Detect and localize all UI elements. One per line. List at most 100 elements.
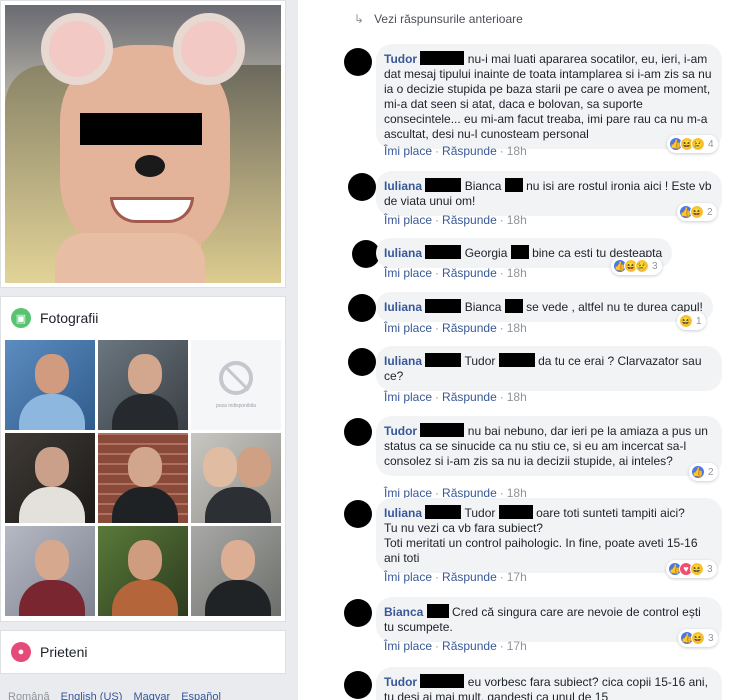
like-link[interactable]: Îmi place <box>384 266 432 280</box>
haha-reaction-icon: 😆 <box>679 314 693 328</box>
comment-bubble: Bianca Cred că singura care are nevoie d… <box>376 597 722 642</box>
redacted-name <box>420 51 465 65</box>
redacted-name <box>425 178 462 192</box>
like-link[interactable]: Îmi place <box>384 321 432 335</box>
footer-link[interactable]: Magyar <box>133 691 170 700</box>
like-link[interactable]: Îmi place <box>384 639 432 653</box>
footer-link[interactable]: Română <box>8 691 50 700</box>
reply-arrow-icon: ↳ <box>354 12 365 26</box>
filter-ear-right-icon <box>173 13 245 85</box>
avatar[interactable] <box>344 48 372 76</box>
friends-card: ● Prieteni <box>0 630 286 674</box>
photo-thumb[interactable] <box>98 340 188 430</box>
avatar[interactable] <box>348 294 376 322</box>
comment-author[interactable]: Tudor <box>384 424 417 438</box>
friends-icon: ● <box>11 642 31 662</box>
reply-link[interactable]: Răspunde <box>442 390 497 404</box>
reply-link[interactable]: Răspunde <box>442 144 497 158</box>
reply-link[interactable]: Răspunde <box>442 570 497 584</box>
comment-time[interactable]: 18h <box>507 213 527 227</box>
comment-author[interactable]: Iuliana <box>384 506 422 520</box>
avatar[interactable] <box>344 418 372 446</box>
comment-time[interactable]: 17h <box>507 570 527 584</box>
haha-reaction-icon: 😆 <box>690 562 704 576</box>
censor-bar <box>80 113 202 145</box>
reply-link[interactable]: Răspunde <box>442 213 497 227</box>
comment-mention[interactable]: Tudor <box>464 354 495 368</box>
comment-mention[interactable]: Bianca <box>465 179 502 193</box>
avatar[interactable] <box>348 348 376 376</box>
comment-text: oare toti sunteti tampiti aici? <box>536 506 685 520</box>
like-link[interactable]: Îmi place <box>384 390 432 404</box>
comment-author[interactable]: Tudor <box>384 675 417 689</box>
reaction-summary[interactable]: 👍 😆 2 <box>677 203 717 221</box>
photo-unavailable[interactable]: poza indisponibila <box>191 340 281 430</box>
comment-author[interactable]: Bianca <box>384 605 423 619</box>
reaction-summary[interactable]: 👍 ♥ 😆 3 <box>666 560 717 578</box>
profile-photo[interactable] <box>0 0 286 288</box>
unavailable-icon <box>219 361 253 395</box>
comment-time[interactable]: 18h <box>507 390 527 404</box>
photo-thumb[interactable] <box>5 433 95 523</box>
unavailable-label: poza indisponibila <box>216 403 256 409</box>
comment-mention[interactable]: Bianca <box>465 300 502 314</box>
comment-author[interactable]: Iuliana <box>384 300 422 314</box>
filter-ear-left-icon <box>41 13 113 85</box>
comment-bubble: Tudor eu vorbesc fara subiect? cica copi… <box>376 667 722 700</box>
comment-time[interactable]: 18h <box>507 321 527 335</box>
like-reaction-icon: 👍 <box>691 465 705 479</box>
photo-thumb[interactable] <box>98 526 188 616</box>
friends-header[interactable]: ● Prieteni <box>1 631 285 673</box>
view-previous-replies[interactable]: ↳ Vezi răspunsurile anterioare <box>354 12 523 26</box>
footer-link[interactable]: English (US) <box>61 691 123 700</box>
photo-thumb[interactable] <box>98 433 188 523</box>
comment-bubble: Tudor nu bai nebuno, dar ieri pe la amia… <box>376 416 722 476</box>
reaction-summary[interactable]: 👍 2 <box>689 463 718 481</box>
comment-time[interactable]: 17h <box>507 639 527 653</box>
redacted-name <box>425 353 462 367</box>
footer-link[interactable]: Español <box>181 691 221 700</box>
avatar[interactable] <box>344 671 372 699</box>
reply-link[interactable]: Răspunde <box>442 639 497 653</box>
reply-link[interactable]: Răspunde <box>442 321 497 335</box>
photo-thumb[interactable] <box>191 433 281 523</box>
photo-thumb[interactable] <box>191 526 281 616</box>
photos-header[interactable]: ▣ Fotografii <box>1 297 285 339</box>
comment-mention[interactable]: Georgia <box>465 246 508 260</box>
comment-bubble: Iuliana Bianca se vede , altfel nu te du… <box>376 292 713 322</box>
comment-actions: Îmi place · Răspunde · 18h <box>384 390 527 404</box>
comment-author[interactable]: Iuliana <box>384 246 422 260</box>
avatar[interactable] <box>344 500 372 528</box>
redacted-name <box>498 353 535 367</box>
comment-author[interactable]: Iuliana <box>384 354 422 368</box>
footer-links: Română English (US) Magyar Español <box>8 691 229 700</box>
comment-mention[interactable]: Tudor <box>464 506 495 520</box>
comment-text: se vede , altfel nu te durea capul! <box>526 300 703 314</box>
photo-thumb[interactable] <box>5 340 95 430</box>
like-link[interactable]: Îmi place <box>384 570 432 584</box>
redacted-name <box>420 423 465 437</box>
avatar[interactable] <box>348 173 376 201</box>
comment-author[interactable]: Iuliana <box>384 179 422 193</box>
reaction-summary[interactable]: 👍 😆 😢 4 <box>667 135 718 153</box>
photos-title: Fotografii <box>40 310 99 326</box>
friends-title: Prieteni <box>40 644 88 660</box>
redacted-name <box>420 674 465 688</box>
redacted-name <box>425 299 462 313</box>
reaction-summary[interactable]: 👍 😆 😢 3 <box>611 257 662 275</box>
reply-link[interactable]: Răspunde <box>442 266 497 280</box>
comment-time[interactable]: 18h <box>507 144 527 158</box>
comment-text: nu-i mai luati apararea socatilor, eu, i… <box>384 52 712 141</box>
avatar[interactable] <box>344 599 372 627</box>
left-column: ▣ Fotografii poza indisponibila ● Priete… <box>0 0 292 700</box>
redacted-name <box>504 299 523 313</box>
comment-author[interactable]: Tudor <box>384 52 417 66</box>
like-link[interactable]: Îmi place <box>384 213 432 227</box>
comment-text-line: Toti meritati un control paihologic. In … <box>384 536 698 565</box>
photo-thumb[interactable] <box>5 526 95 616</box>
reaction-summary[interactable]: 😆 1 <box>677 312 706 330</box>
comment-time[interactable]: 18h <box>507 266 527 280</box>
like-link[interactable]: Îmi place <box>384 144 432 158</box>
photo-grid: poza indisponibila <box>5 340 281 616</box>
reaction-summary[interactable]: 👍 😆 3 <box>678 629 718 647</box>
